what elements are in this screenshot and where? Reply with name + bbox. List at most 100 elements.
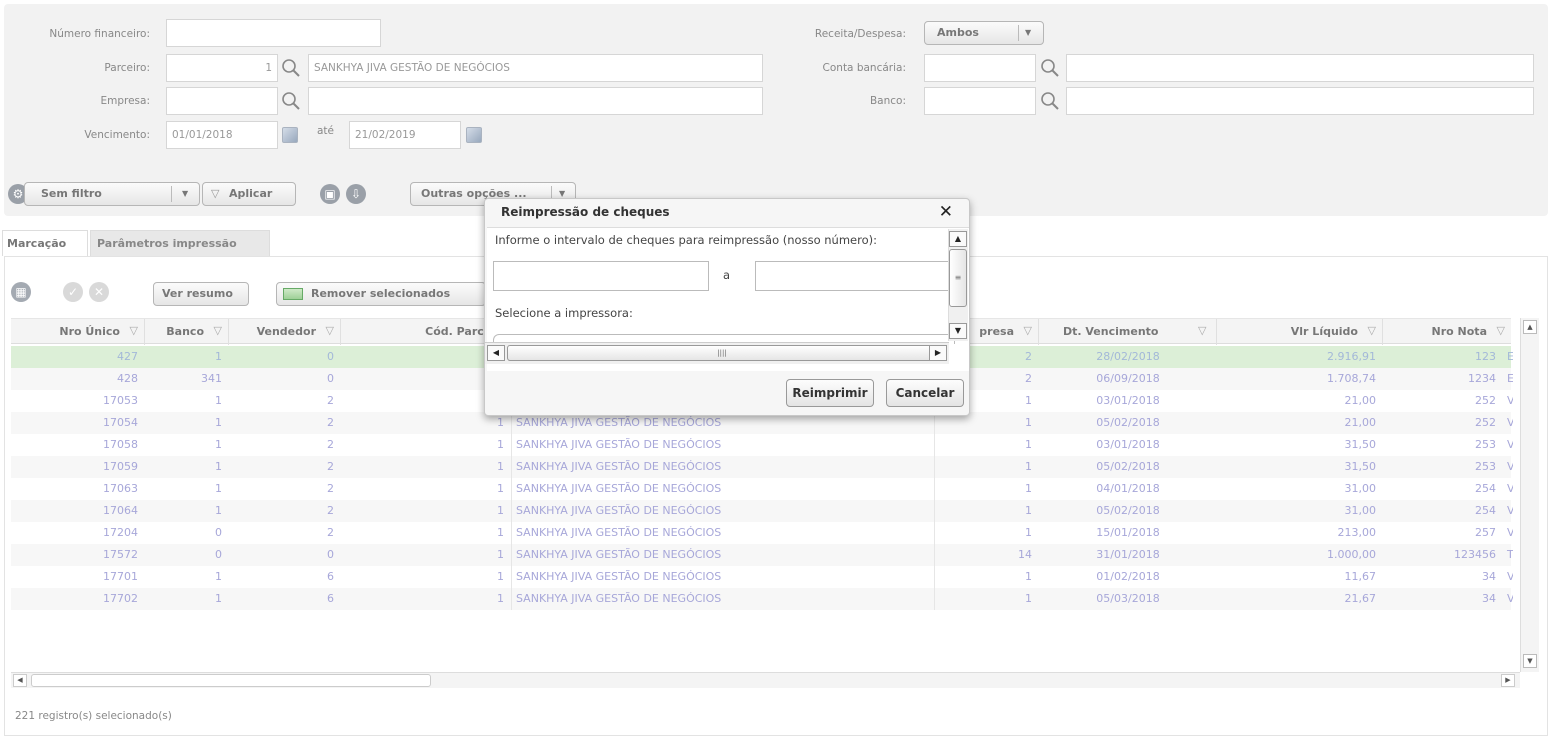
export-icon[interactable]: ▣	[320, 184, 340, 204]
cheque-to-input[interactable]	[755, 261, 955, 291]
table-row[interactable]: 17701 1 6 1 SANKHYA JIVA GESTÃO DE NEGÓCIOS 1…	[11, 566, 1513, 588]
cell-vlr-liquido: 1.000,00	[1327, 548, 1376, 561]
aplicar-button[interactable]: ▽ Aplicar	[202, 182, 296, 206]
table-row[interactable]: 17204 0 2 1 SANKHYA JIVA GESTÃO DE NEGÓCIOS 1…	[11, 522, 1513, 544]
scroll-thumb[interactable]: ≡	[949, 249, 967, 307]
empresa-search-icon[interactable]	[281, 91, 301, 111]
download-icon[interactable]: ⇩	[346, 184, 366, 204]
scroll-left-icon[interactable]: ◀	[13, 674, 27, 687]
banco-name-input[interactable]	[1066, 87, 1534, 115]
table-row[interactable]: 17059 1 2 1 SANKHYA JIVA GESTÃO DE NEGÓCIOS 1…	[11, 456, 1513, 478]
parceiro-name-input[interactable]: SANKHYA JIVA GESTÃO DE NEGÓCIOS	[308, 54, 763, 82]
sem-filtro-select[interactable]: Sem filtro ▼	[24, 182, 200, 206]
cell-vlr-liquido: 21,67	[1344, 592, 1377, 605]
cell-empresa: 1	[1025, 438, 1032, 451]
cell-nro-unico: 17701	[103, 570, 138, 583]
filter-icon[interactable]: ▽	[1020, 325, 1032, 337]
header-nro-unico[interactable]: Nro Único ▽	[11, 319, 145, 345]
cell-parceiro-nome: SANKHYA JIVA GESTÃO DE NEGÓCIOS	[511, 478, 935, 500]
cell-extra: V	[1507, 526, 1513, 539]
banco-search-icon[interactable]	[1040, 91, 1060, 111]
cell-extra: V	[1507, 394, 1513, 407]
table-row[interactable]: 17702 1 6 1 SANKHYA JIVA GESTÃO DE NEGÓCIOS 1…	[11, 588, 1513, 610]
scroll-right-icon[interactable]: ▶	[929, 345, 947, 361]
filter-icon[interactable]: ▽	[1493, 325, 1505, 337]
cell-nro-nota: 257	[1475, 526, 1496, 539]
cell-vlr-liquido: 31,50	[1344, 438, 1377, 451]
grid-menu-icon[interactable]: ▦	[11, 282, 31, 302]
cell-nro-unico: 17054	[103, 416, 138, 429]
filter-icon[interactable]: ▽	[322, 325, 334, 337]
cancelar-button[interactable]: Cancelar	[886, 379, 964, 407]
cell-vlr-liquido: 31,00	[1344, 482, 1377, 495]
cell-nro-unico: 17053	[103, 394, 138, 407]
remover-selecionados-button[interactable]: Remover selecionados	[276, 282, 486, 306]
filter-icon[interactable]: ▽	[1364, 325, 1376, 337]
cell-vlr-liquido: 31,00	[1344, 504, 1377, 517]
funnel-icon: ▽	[211, 187, 220, 200]
dialog-horizontal-scrollbar[interactable]: ◀ |||| ▶	[485, 342, 949, 364]
grid-vertical-scrollbar[interactable]: ▲ ▼	[1520, 318, 1539, 672]
parceiro-search-icon[interactable]	[281, 58, 301, 78]
empresa-code-input[interactable]	[166, 87, 278, 115]
calendar-from-icon[interactable]	[282, 127, 298, 143]
cell-vlr-liquido: 11,67	[1344, 570, 1377, 583]
cell-nro-nota: 254	[1475, 504, 1496, 517]
cell-dt-vencimento: 03/01/2018	[1096, 438, 1160, 451]
conta-bancaria-code-input[interactable]	[924, 54, 1036, 82]
header-banco[interactable]: Banco ▽	[145, 319, 229, 345]
parceiro-code-input[interactable]: 1	[166, 54, 278, 82]
cell-extra: V	[1507, 570, 1513, 583]
scroll-left-icon[interactable]: ◀	[487, 345, 505, 361]
scroll-down-icon[interactable]: ▼	[949, 323, 967, 339]
filter-icon[interactable]: ▽	[210, 325, 222, 337]
cell-extra: V	[1507, 416, 1513, 429]
tab-parametros-impressao[interactable]: Parâmetros impressão	[90, 230, 270, 256]
table-row[interactable]: 17064 1 2 1 SANKHYA JIVA GESTÃO DE NEGÓCIOS 1…	[11, 500, 1513, 522]
reimprimir-button[interactable]: Reimprimir	[786, 379, 874, 407]
banco-code-input[interactable]	[924, 87, 1036, 115]
conta-search-icon[interactable]	[1040, 58, 1060, 78]
filter-icon[interactable]: ▽	[1198, 325, 1210, 337]
cell-extra: E	[1507, 372, 1513, 385]
scroll-down-icon[interactable]: ▼	[1523, 654, 1537, 668]
cell-nro-unico: 17702	[103, 592, 138, 605]
header-nro-nota[interactable]: Nro Nota ▽	[1383, 319, 1511, 345]
header-vendedor[interactable]: Vendedor ▽	[229, 319, 341, 345]
cell-banco: 0	[215, 548, 222, 561]
header-vlr-liquido[interactable]: Vlr Líquido ▽	[1217, 319, 1383, 345]
numero-financeiro-input[interactable]	[166, 19, 381, 47]
scroll-up-icon[interactable]: ▲	[949, 231, 967, 247]
scroll-thumb[interactable]	[31, 674, 431, 687]
cell-parceiro-nome: SANKHYA JIVA GESTÃO DE NEGÓCIOS	[511, 434, 935, 456]
empresa-name-input[interactable]	[308, 87, 763, 115]
filter-icon[interactable]: ▽	[126, 325, 138, 337]
vencimento-to-input[interactable]: 21/02/2019	[349, 121, 461, 149]
scroll-right-icon[interactable]: ▶	[1501, 674, 1515, 687]
parceiro-label: Parceiro:	[104, 62, 150, 74]
scroll-up-icon[interactable]: ▲	[1523, 320, 1537, 334]
receita-despesa-select[interactable]: Ambos ▼	[924, 21, 1044, 45]
table-row[interactable]: 17058 1 2 1 SANKHYA JIVA GESTÃO DE NEGÓCIOS 1…	[11, 434, 1513, 456]
cell-vendedor: 2	[327, 482, 334, 495]
table-row[interactable]: 17572 0 0 1 SANKHYA JIVA GESTÃO DE NEGÓCIOS 1…	[11, 544, 1513, 566]
receita-despesa-value: Ambos	[937, 26, 979, 39]
dialog-vertical-scrollbar[interactable]: ▲ ≡ ▼	[948, 229, 968, 341]
conta-bancaria-name-input[interactable]	[1066, 54, 1534, 82]
table-row[interactable]: 17063 1 2 1 SANKHYA JIVA GESTÃO DE NEGÓCIOS 1…	[11, 478, 1513, 500]
ver-resumo-button[interactable]: Ver resumo	[153, 282, 249, 306]
reimpressao-cheques-dialog: Reimpressão de cheques ✕ Informe o inter…	[484, 198, 970, 416]
close-icon[interactable]: ✕	[939, 202, 953, 222]
header-dt-vencimento[interactable]: Dt. Vencimento ▽	[1039, 319, 1217, 345]
tab-marcacao[interactable]: Marcação	[2, 230, 88, 256]
conta-bancaria-label: Conta bancária:	[822, 62, 906, 74]
cell-empresa: 14	[1018, 548, 1032, 561]
cell-vendedor: 0	[327, 350, 334, 363]
calendar-to-icon[interactable]	[466, 127, 482, 143]
scroll-thumb[interactable]: ||||	[507, 345, 937, 361]
cell-dt-vencimento: 03/01/2018	[1096, 394, 1160, 407]
grid-horizontal-scrollbar[interactable]: ◀ ▶	[11, 672, 1520, 688]
vencimento-from-input[interactable]: 01/01/2018	[166, 121, 278, 149]
cheque-from-input[interactable]	[493, 261, 709, 291]
cell-cod-parceiro: 1	[497, 504, 504, 517]
